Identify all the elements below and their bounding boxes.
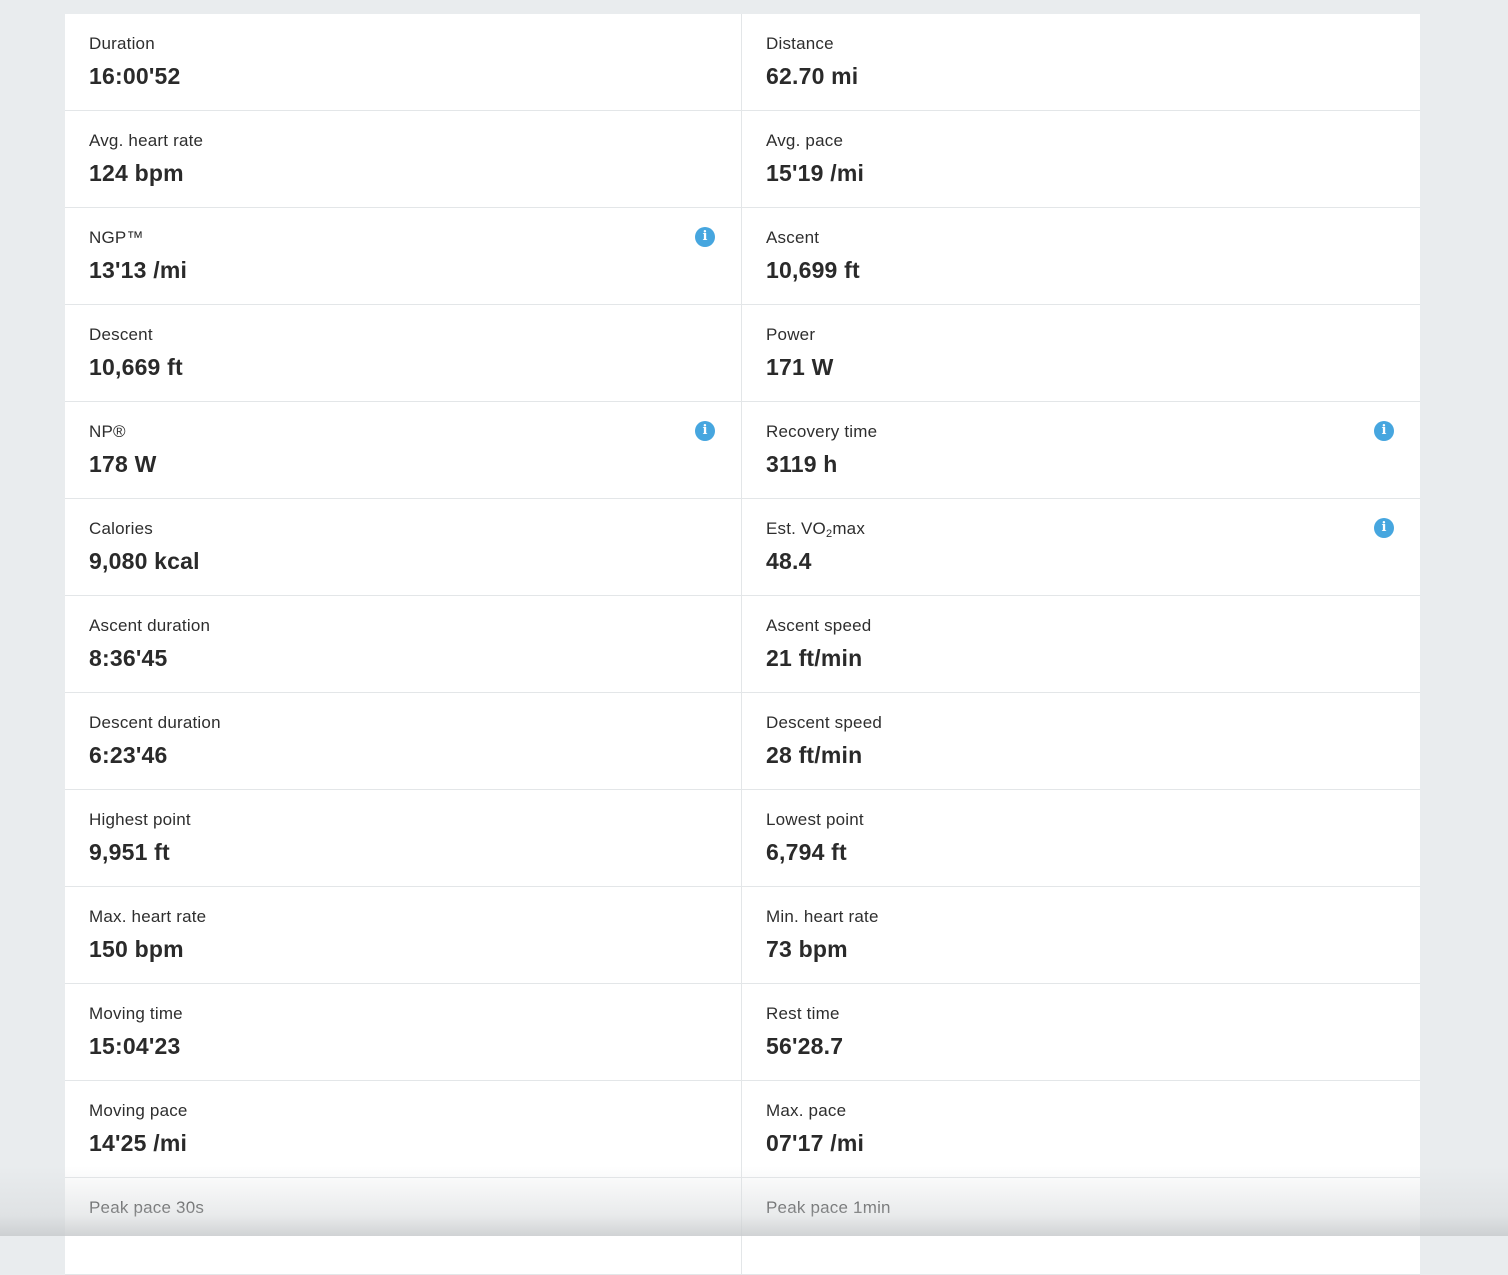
stat-value: 73 bpm — [766, 936, 848, 962]
stat-value: 6:23'46 — [89, 742, 168, 768]
stat-label: Ascent speed — [766, 616, 872, 635]
stat-value: 178 W — [89, 451, 157, 477]
stat-label: Duration — [89, 34, 155, 53]
stat-label-suffix: max — [832, 519, 866, 538]
stat-label: Descent duration — [89, 713, 221, 732]
stat-highest-point: Highest point 9,951 ft — [65, 790, 742, 887]
stat-peak-pace-30s: Peak pace 30s — [65, 1178, 742, 1275]
stat-label: Highest point — [89, 810, 191, 829]
stat-avg-heart-rate: Avg. heart rate 124 bpm — [65, 111, 742, 208]
stat-label: Avg. pace — [766, 131, 844, 150]
stat-peak-pace-1min: Peak pace 1min — [742, 1178, 1420, 1275]
stat-label: Peak pace 1min — [766, 1198, 891, 1217]
stat-label: NGP™ — [89, 228, 144, 247]
stat-value: 10,669 ft — [89, 354, 183, 380]
stat-distance: Distance 62.70 mi — [742, 14, 1420, 111]
stat-value: 8:36'45 — [89, 645, 168, 671]
stat-max-heart-rate: Max. heart rate 150 bpm — [65, 887, 742, 984]
stat-calories: Calories 9,080 kcal — [65, 499, 742, 596]
stat-label: Ascent duration — [89, 616, 211, 635]
stat-value: 15'19 /mi — [766, 160, 865, 186]
stat-rest-time: Rest time 56'28.7 — [742, 984, 1420, 1081]
stat-value: 16:00'52 — [89, 63, 181, 89]
stat-label: Distance — [766, 34, 834, 53]
stat-avg-pace: Avg. pace 15'19 /mi — [742, 111, 1420, 208]
stat-min-heart-rate: Min. heart rate 73 bpm — [742, 887, 1420, 984]
stat-label: Moving pace — [89, 1101, 188, 1120]
stat-value: 10,699 ft — [766, 257, 860, 283]
stat-value: 62.70 mi — [766, 63, 859, 89]
stat-value: 15:04'23 — [89, 1033, 181, 1059]
stat-label: Recovery time — [766, 422, 878, 441]
stat-moving-pace: Moving pace 14'25 /mi — [65, 1081, 742, 1178]
stat-value: 14'25 /mi — [89, 1130, 188, 1156]
stat-label: Ascent — [766, 228, 820, 247]
stat-value: 9,080 kcal — [89, 548, 200, 574]
stats-panel: Duration 16:00'52 Distance 62.70 mi Avg.… — [65, 14, 1420, 1275]
stat-descent: Descent 10,669 ft — [65, 305, 742, 402]
stat-value: 3119 h — [766, 451, 838, 477]
stat-max-pace: Max. pace 07'17 /mi — [742, 1081, 1420, 1178]
info-icon[interactable]: i — [1374, 421, 1394, 441]
stat-label: Min. heart rate — [766, 907, 879, 926]
stat-value: 6,794 ft — [766, 839, 847, 865]
stats-grid: Duration 16:00'52 Distance 62.70 mi Avg.… — [65, 14, 1420, 1275]
stat-value: 13'13 /mi — [89, 257, 188, 283]
stat-ngp: NGP™ 13'13 /mi i — [65, 208, 742, 305]
stat-label: Descent speed — [766, 713, 883, 732]
stat-value: 56'28.7 — [766, 1033, 844, 1059]
stat-value: 07'17 /mi — [766, 1130, 865, 1156]
stat-descent-speed: Descent speed 28 ft/min — [742, 693, 1420, 790]
stat-value: 150 bpm — [89, 936, 184, 962]
stat-label: Peak pace 30s — [89, 1198, 205, 1217]
stat-label: Power — [766, 325, 816, 344]
stat-duration: Duration 16:00'52 — [65, 14, 742, 111]
stat-ascent-duration: Ascent duration 8:36'45 — [65, 596, 742, 693]
stat-lowest-point: Lowest point 6,794 ft — [742, 790, 1420, 887]
stat-value: 21 ft/min — [766, 645, 863, 671]
stat-recovery-time: Recovery time 3119 h i — [742, 402, 1420, 499]
stat-power: Power 171 W — [742, 305, 1420, 402]
info-icon[interactable]: i — [695, 421, 715, 441]
stat-label-main: Est. VO — [766, 519, 826, 538]
stat-est-vo2max: Est. VO2max 48.4 i — [742, 499, 1420, 596]
info-icon[interactable]: i — [695, 227, 715, 247]
stat-label: NP® — [89, 422, 126, 441]
stat-label: Max. pace — [766, 1101, 847, 1120]
stat-value: 171 W — [766, 354, 834, 380]
stat-label: Max. heart rate — [89, 907, 207, 926]
stat-descent-duration: Descent duration 6:23'46 — [65, 693, 742, 790]
stat-label: Moving time — [89, 1004, 183, 1023]
stat-ascent-speed: Ascent speed 21 ft/min — [742, 596, 1420, 693]
info-icon[interactable]: i — [1374, 518, 1394, 538]
stat-label: Rest time — [766, 1004, 840, 1023]
stat-label: Descent — [89, 325, 153, 344]
stat-value: 124 bpm — [89, 160, 184, 186]
stat-label: Calories — [89, 519, 153, 538]
stat-moving-time: Moving time 15:04'23 — [65, 984, 742, 1081]
stat-label: Est. VO2max — [766, 519, 865, 540]
stat-ascent: Ascent 10,699 ft — [742, 208, 1420, 305]
stat-label: Avg. heart rate — [89, 131, 204, 150]
stat-np: NP® 178 W i — [65, 402, 742, 499]
stat-value: 28 ft/min — [766, 742, 863, 768]
stat-value: 9,951 ft — [89, 839, 170, 865]
stat-label: Lowest point — [766, 810, 864, 829]
stat-value: 48.4 — [766, 548, 812, 574]
